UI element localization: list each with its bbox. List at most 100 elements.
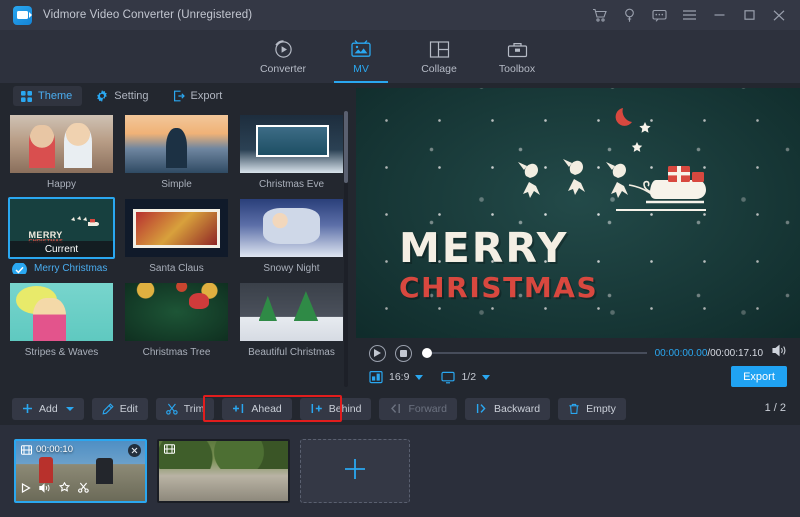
timeline-clip-1[interactable]: 00:00:10 bbox=[14, 439, 147, 503]
feedback-icon[interactable] bbox=[646, 2, 672, 28]
theme-label: Snowy Night bbox=[238, 263, 345, 274]
theme-item[interactable]: Christmas Eve bbox=[238, 113, 345, 190]
toolbar-button-edit[interactable]: Edit bbox=[92, 398, 148, 420]
aspect-ratio-selector[interactable]: 16:9 bbox=[369, 370, 423, 384]
theme-artwork bbox=[10, 115, 113, 173]
clip-timeline: 00:00:10 bbox=[0, 425, 800, 517]
insert-ahead-icon bbox=[232, 403, 245, 414]
subtab-setting[interactable]: Setting bbox=[88, 86, 158, 106]
clip-close-icon[interactable] bbox=[128, 444, 141, 457]
theme-label: Santa Claus bbox=[123, 263, 230, 274]
theme-scrollbar[interactable] bbox=[344, 111, 348, 387]
grid-icon bbox=[21, 91, 32, 102]
toolbar-button-add[interactable]: Add bbox=[12, 398, 84, 420]
theme-item[interactable]: Simple bbox=[123, 113, 230, 190]
clip-trim-icon[interactable] bbox=[78, 480, 89, 498]
theme-thumbnail[interactable] bbox=[123, 113, 230, 175]
menu-icon[interactable] bbox=[676, 2, 702, 28]
theme-item[interactable]: Happy bbox=[8, 113, 115, 190]
export-button[interactable]: Export bbox=[731, 366, 787, 387]
converter-icon bbox=[273, 38, 294, 60]
theme-thumbnail[interactable] bbox=[238, 113, 345, 175]
theme-label: Happy bbox=[8, 179, 115, 190]
theme-label: Beautiful Christmas bbox=[238, 347, 345, 358]
progress-knob[interactable] bbox=[422, 348, 432, 358]
theme-list[interactable]: Happy Simple Christmas Eve MERRYCHRISTMASCu… bbox=[0, 109, 352, 389]
toolbar-button-label: Empty bbox=[586, 403, 616, 415]
aspect-ratio-icon bbox=[369, 370, 383, 384]
volume-icon[interactable] bbox=[772, 344, 787, 362]
chevron-down-icon[interactable] bbox=[66, 407, 74, 411]
nav-tab-mv-label: MV bbox=[353, 63, 369, 75]
add-clip-button[interactable] bbox=[300, 439, 410, 503]
export-icon bbox=[173, 90, 185, 102]
theme-artwork bbox=[240, 199, 343, 257]
nav-tab-mv[interactable]: MV bbox=[322, 30, 400, 83]
subtab-export-label: Export bbox=[191, 90, 223, 102]
theme-label: Stripes & Waves bbox=[8, 347, 115, 358]
toolbar-button-behind[interactable]: Behind bbox=[300, 398, 372, 420]
toolbar-button-empty[interactable]: Empty bbox=[558, 398, 626, 420]
theme-item[interactable]: Christmas Tree bbox=[123, 281, 230, 358]
clip-play-icon[interactable] bbox=[21, 480, 31, 498]
chevron-down-icon[interactable] bbox=[415, 375, 423, 380]
close-icon[interactable] bbox=[766, 2, 792, 28]
subtab-export[interactable]: Export bbox=[165, 86, 233, 106]
preview-title-line1: MERRY bbox=[399, 228, 598, 269]
minimize-icon[interactable] bbox=[706, 2, 732, 28]
video-preview[interactable]: MERRY CHRISTMAS bbox=[356, 88, 800, 338]
gear-icon bbox=[96, 90, 108, 102]
total-time: 00:00:17.10 bbox=[710, 348, 763, 359]
toolbar-button-backward[interactable]: Backward bbox=[465, 398, 550, 420]
play-button[interactable] bbox=[369, 345, 386, 362]
theme-item[interactable]: MERRYCHRISTMASCurrentMerry Christmas bbox=[8, 197, 115, 274]
theme-panel: Theme Setting Export bbox=[0, 83, 352, 389]
nav-tab-converter-label: Converter bbox=[260, 63, 306, 75]
toolbar-button-trim[interactable]: Trim bbox=[156, 398, 215, 420]
toolbar-button-label: Behind bbox=[329, 403, 362, 415]
zoom-selector[interactable]: 1/2 bbox=[441, 371, 490, 384]
clip-volume-icon[interactable] bbox=[39, 480, 51, 498]
theme-thumbnail[interactable]: MERRYCHRISTMASCurrent bbox=[8, 197, 115, 259]
current-time: 00:00:00.00 bbox=[655, 348, 708, 359]
subtab-theme-label: Theme bbox=[38, 90, 72, 102]
mv-icon bbox=[350, 38, 372, 60]
nav-tab-toolbox[interactable]: Toolbox bbox=[478, 30, 556, 83]
clip-effect-icon[interactable] bbox=[59, 480, 70, 498]
nav-tab-collage[interactable]: Collage bbox=[400, 30, 478, 83]
timeline-clip-2[interactable] bbox=[157, 439, 290, 503]
theme-thumbnail[interactable] bbox=[238, 197, 345, 259]
clip-duration-group: 00:00:10 bbox=[21, 444, 73, 455]
theme-thumbnail[interactable] bbox=[123, 197, 230, 259]
preview-title-line2: CHRISTMAS bbox=[399, 274, 598, 302]
nav-tab-toolbox-label: Toolbox bbox=[499, 63, 535, 75]
chevron-down-icon[interactable] bbox=[482, 375, 490, 380]
toolbar-button-ahead[interactable]: Ahead bbox=[222, 398, 291, 420]
theme-thumbnail[interactable] bbox=[238, 281, 345, 343]
toolbar-button-label: Ahead bbox=[251, 403, 281, 415]
theme-item[interactable]: Beautiful Christmas bbox=[238, 281, 345, 358]
toolbar-button-label: Add bbox=[39, 403, 58, 415]
progress-slider[interactable] bbox=[422, 352, 647, 354]
maximize-icon[interactable] bbox=[736, 2, 762, 28]
subtab-theme[interactable]: Theme bbox=[13, 86, 82, 106]
title-bar: Vidmore Video Converter (Unregistered) bbox=[0, 0, 800, 30]
key-icon[interactable] bbox=[616, 2, 642, 28]
theme-item[interactable]: Santa Claus bbox=[123, 197, 230, 274]
theme-item[interactable]: Snowy Night bbox=[238, 197, 345, 274]
sleigh-illustration bbox=[496, 140, 706, 220]
stop-button[interactable] bbox=[395, 345, 412, 362]
theme-scrollbar-thumb[interactable] bbox=[344, 111, 348, 183]
nav-tab-converter[interactable]: Converter bbox=[244, 30, 322, 83]
theme-label: Christmas Eve bbox=[238, 179, 345, 190]
monitor-icon bbox=[441, 371, 455, 384]
theme-thumbnail[interactable] bbox=[8, 113, 115, 175]
player-controls: 00:00:00.00/00:00:17.10 16:9 bbox=[356, 338, 800, 389]
theme-artwork bbox=[240, 283, 343, 341]
cart-icon[interactable] bbox=[586, 2, 612, 28]
theme-label: Simple bbox=[123, 179, 230, 190]
edit-icon bbox=[102, 403, 114, 415]
theme-thumbnail[interactable] bbox=[123, 281, 230, 343]
theme-item[interactable]: Stripes & Waves bbox=[8, 281, 115, 358]
theme-thumbnail[interactable] bbox=[8, 281, 115, 343]
